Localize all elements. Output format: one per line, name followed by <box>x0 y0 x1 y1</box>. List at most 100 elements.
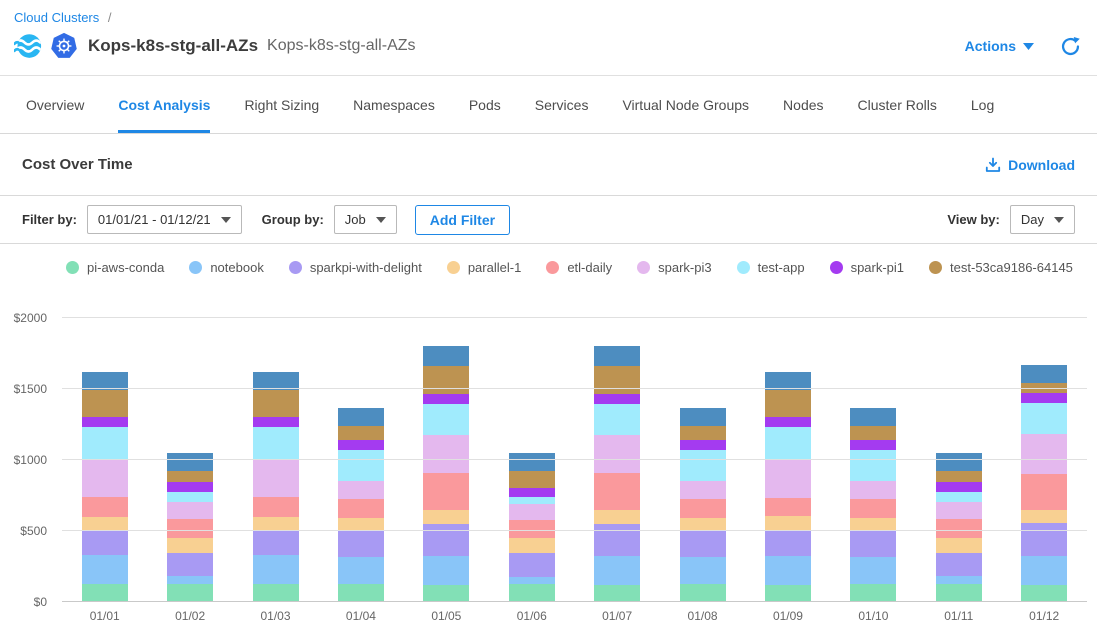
bar-01-03[interactable] <box>253 318 299 602</box>
bar-segment-spark-pi3[interactable] <box>253 460 299 497</box>
bar-segment-test-53ca9186-64145[interactable] <box>765 390 811 417</box>
bar-segment-test-app[interactable] <box>253 427 299 460</box>
legend-item-notebook[interactable]: notebook <box>189 260 264 275</box>
bar-segment-etl-daily[interactable] <box>82 497 128 517</box>
bar-segment-spark-pi3[interactable] <box>167 502 213 519</box>
bar-01-08[interactable] <box>680 318 726 602</box>
bar-segment-etl-daily[interactable] <box>167 519 213 538</box>
bar-segment-spark-pi3[interactable] <box>423 435 469 473</box>
bar-segment-test-53ca9186-64145[interactable] <box>82 390 128 417</box>
bar-segment-spark-pi1[interactable] <box>82 417 128 427</box>
view-by-select[interactable]: Day <box>1010 205 1075 234</box>
bar-segment-etl-daily[interactable] <box>594 473 640 510</box>
actions-button[interactable]: Actions <box>965 38 1034 54</box>
bar-segment-test-pkix[interactable] <box>423 346 469 366</box>
legend-item-sparkpi-with-delight[interactable]: sparkpi-with-delight <box>289 260 422 275</box>
bar-segment-test-app[interactable] <box>82 427 128 460</box>
bar-segment-sparkpi-with-delight[interactable] <box>509 553 555 577</box>
bar-segment-etl-daily[interactable] <box>253 497 299 517</box>
bar-segment-notebook[interactable] <box>680 557 726 585</box>
bar-01-07[interactable] <box>594 318 640 602</box>
bar-segment-spark-pi1[interactable] <box>850 440 896 450</box>
bar-segment-sparkpi-with-delight[interactable] <box>936 553 982 576</box>
bar-segment-etl-daily[interactable] <box>338 499 384 517</box>
tab-pods[interactable]: Pods <box>469 76 501 133</box>
bar-segment-pi-aws-conda[interactable] <box>594 585 640 602</box>
bar-segment-spark-pi1[interactable] <box>167 482 213 492</box>
add-filter-button[interactable]: Add Filter <box>415 205 510 235</box>
bar-01-04[interactable] <box>338 318 384 602</box>
bar-segment-test-pkix[interactable] <box>850 408 896 426</box>
bar-01-12[interactable] <box>1021 318 1067 602</box>
bar-segment-test-app[interactable] <box>850 450 896 481</box>
bar-01-06[interactable] <box>509 318 555 602</box>
bar-segment-test-pkix[interactable] <box>167 453 213 471</box>
bar-segment-spark-pi1[interactable] <box>253 417 299 427</box>
bar-segment-notebook[interactable] <box>167 576 213 583</box>
bar-segment-pi-aws-conda[interactable] <box>850 584 896 602</box>
bar-segment-test-53ca9186-64145[interactable] <box>594 366 640 394</box>
bar-segment-pi-aws-conda[interactable] <box>680 584 726 602</box>
bar-segment-test-53ca9186-64145[interactable] <box>680 426 726 440</box>
refresh-button[interactable] <box>1060 36 1081 57</box>
bar-segment-parallel-1[interactable] <box>423 510 469 524</box>
bar-segment-sparkpi-with-delight[interactable] <box>765 530 811 556</box>
bar-segment-test-app[interactable] <box>680 450 726 481</box>
bar-segment-notebook[interactable] <box>338 557 384 585</box>
legend-item-spark-pi1[interactable]: spark-pi1 <box>830 260 904 275</box>
legend-item-test-53ca9186-64145[interactable]: test-53ca9186-64145 <box>929 260 1073 275</box>
bar-segment-spark-pi3[interactable] <box>680 481 726 499</box>
bar-segment-test-53ca9186-64145[interactable] <box>423 366 469 394</box>
bar-segment-spark-pi3[interactable] <box>509 504 555 520</box>
bar-segment-parallel-1[interactable] <box>765 516 811 530</box>
bar-segment-test-app[interactable] <box>167 492 213 502</box>
bar-segment-parallel-1[interactable] <box>936 538 982 553</box>
bar-segment-spark-pi1[interactable] <box>765 417 811 427</box>
bar-segment-test-53ca9186-64145[interactable] <box>509 471 555 488</box>
bar-segment-test-53ca9186-64145[interactable] <box>167 471 213 482</box>
legend-item-etl-daily[interactable]: etl-daily <box>546 260 612 275</box>
bar-segment-pi-aws-conda[interactable] <box>338 584 384 602</box>
bar-segment-notebook[interactable] <box>82 555 128 584</box>
bar-segment-spark-pi3[interactable] <box>338 481 384 499</box>
bar-segment-notebook[interactable] <box>594 556 640 585</box>
bar-segment-spark-pi1[interactable] <box>1021 393 1067 403</box>
bar-segment-test-app[interactable] <box>936 492 982 502</box>
bar-segment-pi-aws-conda[interactable] <box>423 585 469 602</box>
bar-segment-notebook[interactable] <box>1021 556 1067 585</box>
bar-segment-spark-pi3[interactable] <box>594 435 640 473</box>
bar-segment-test-app[interactable] <box>509 497 555 504</box>
bar-segment-notebook[interactable] <box>509 577 555 584</box>
bar-segment-spark-pi1[interactable] <box>936 482 982 492</box>
bar-segment-sparkpi-with-delight[interactable] <box>850 530 896 556</box>
bar-segment-notebook[interactable] <box>850 557 896 585</box>
legend-item-test-app[interactable]: test-app <box>737 260 805 275</box>
bar-segment-etl-daily[interactable] <box>936 519 982 538</box>
bar-segment-test-pkix[interactable] <box>594 346 640 366</box>
bar-segment-parallel-1[interactable] <box>594 510 640 524</box>
bar-segment-pi-aws-conda[interactable] <box>253 584 299 602</box>
bar-segment-etl-daily[interactable] <box>680 499 726 517</box>
bar-segment-parallel-1[interactable] <box>253 517 299 531</box>
bar-segment-etl-daily[interactable] <box>423 473 469 510</box>
tab-log[interactable]: Log <box>971 76 994 133</box>
bar-segment-test-app[interactable] <box>1021 403 1067 434</box>
bar-01-10[interactable] <box>850 318 896 602</box>
bar-segment-parallel-1[interactable] <box>82 517 128 531</box>
tab-cluster-rolls[interactable]: Cluster Rolls <box>858 76 937 133</box>
bar-segment-parallel-1[interactable] <box>680 518 726 531</box>
bar-segment-sparkpi-with-delight[interactable] <box>253 531 299 555</box>
bar-01-05[interactable] <box>423 318 469 602</box>
tab-nodes[interactable]: Nodes <box>783 76 823 133</box>
bar-segment-spark-pi3[interactable] <box>936 502 982 519</box>
bar-segment-parallel-1[interactable] <box>850 518 896 531</box>
bar-01-09[interactable] <box>765 318 811 602</box>
bar-segment-pi-aws-conda[interactable] <box>167 584 213 602</box>
tab-namespaces[interactable]: Namespaces <box>353 76 435 133</box>
bar-segment-pi-aws-conda[interactable] <box>82 584 128 602</box>
bar-segment-spark-pi1[interactable] <box>509 488 555 497</box>
bar-segment-notebook[interactable] <box>765 556 811 585</box>
bar-segment-spark-pi1[interactable] <box>423 394 469 404</box>
bar-segment-sparkpi-with-delight[interactable] <box>423 524 469 556</box>
bar-segment-parallel-1[interactable] <box>338 518 384 531</box>
